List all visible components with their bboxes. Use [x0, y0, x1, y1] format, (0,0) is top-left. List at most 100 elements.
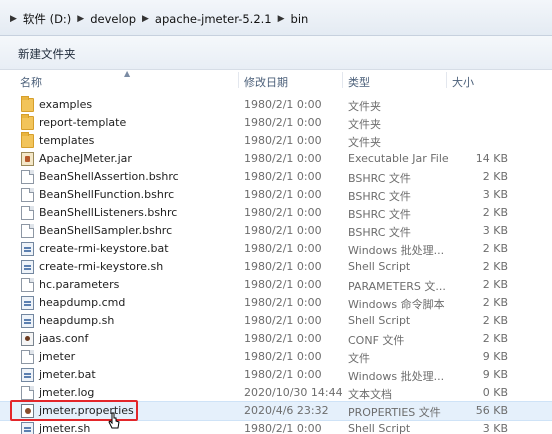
chevron-right-icon[interactable]: ▶: [4, 14, 23, 24]
file-name: jmeter: [39, 350, 76, 363]
file-name: report-template: [39, 116, 127, 129]
file-list: examples 1980/2/1 0:00 文件夹 report-template 1…: [0, 96, 552, 434]
file-date: 1980/2/1 0:00: [244, 350, 322, 363]
new-folder-button[interactable]: 新建文件夹: [18, 46, 76, 62]
script-icon: [21, 422, 34, 434]
column-size-header[interactable]: 大小: [452, 74, 474, 90]
file-icon: [21, 170, 34, 184]
file-date: 1980/2/1 0:00: [244, 188, 322, 201]
file-type: 文本文档: [348, 388, 392, 401]
file-row[interactable]: BeanShellListeners.bshrc 1980/2/1 0:00 BSH…: [0, 204, 552, 222]
file-row[interactable]: heapdump.sh 1980/2/1 0:00 Shell Script 2 KB: [0, 312, 552, 330]
folder-icon: [21, 114, 34, 130]
file-name: jaas.conf: [39, 332, 89, 345]
file-type: BSHRC 文件: [348, 226, 411, 239]
address-bar[interactable]: ▶ 软件 (D:) ▶ develop ▶ apache-jmeter-5.2.…: [0, 0, 552, 36]
column-type-header[interactable]: 类型: [348, 74, 370, 90]
file-date: 1980/2/1 0:00: [244, 242, 322, 255]
file-type: BSHRC 文件: [348, 208, 411, 221]
file-row[interactable]: jmeter.sh 1980/2/1 0:00 Shell Script 3 KB: [0, 420, 552, 434]
file-name: BeanShellListeners.bshrc: [39, 206, 178, 219]
file-row[interactable]: BeanShellAssertion.bshrc 1980/2/1 0:00 BSH…: [0, 168, 552, 186]
jar-icon: [21, 152, 34, 166]
chevron-right-icon[interactable]: ▶: [272, 14, 291, 24]
file-date: 1980/2/1 0:00: [244, 368, 322, 381]
file-row[interactable]: report-template 1980/2/1 0:00 文件夹: [0, 114, 552, 132]
script-icon: [21, 242, 34, 256]
file-date: 2020/10/30 14:44: [244, 386, 343, 399]
breadcrumb-bin[interactable]: bin: [291, 12, 309, 26]
file-row[interactable]: create-rmi-keystore.sh 1980/2/1 0:00 Shell…: [0, 258, 552, 276]
file-row[interactable]: jmeter.bat 1980/2/1 0:00 Windows 批处理... 9 K…: [0, 366, 552, 384]
chevron-right-icon[interactable]: ▶: [71, 14, 90, 24]
file-date: 1980/2/1 0:00: [244, 116, 322, 129]
file-row[interactable]: jaas.conf 1980/2/1 0:00 CONF 文件 2 KB: [0, 330, 552, 348]
file-type: Windows 批处理...: [348, 244, 445, 257]
file-row[interactable]: ApacheJMeter.jar 1980/2/1 0:00 Executable …: [0, 150, 552, 168]
file-size: 9 KB: [482, 368, 508, 381]
file-date: 1980/2/1 0:00: [244, 152, 322, 165]
file-size: 9 KB: [482, 350, 508, 363]
file-type: Windows 批处理...: [348, 370, 445, 383]
file-row[interactable]: jmeter 1980/2/1 0:00 文件 9 KB: [0, 348, 552, 366]
file-row[interactable]: BeanShellFunction.bshrc 1980/2/1 0:00 BSHR…: [0, 186, 552, 204]
file-name: templates: [39, 134, 95, 147]
file-type: BSHRC 文件: [348, 172, 411, 185]
file-type: PROPERTIES 文件: [348, 406, 441, 419]
file-name: hc.parameters: [39, 278, 120, 291]
file-type: BSHRC 文件: [348, 190, 411, 203]
file-icon: [21, 188, 34, 202]
file-size: 2 KB: [482, 314, 508, 327]
toolbar: 新建文件夹: [0, 36, 552, 70]
file-size: 2 KB: [482, 332, 508, 345]
file-size: 2 KB: [482, 242, 508, 255]
file-date: 1980/2/1 0:00: [244, 206, 322, 219]
breadcrumb-jmeter[interactable]: apache-jmeter-5.2.1: [155, 12, 272, 26]
file-row[interactable]: templates 1980/2/1 0:00 文件夹: [0, 132, 552, 150]
breadcrumb-drive[interactable]: 软件 (D:): [23, 11, 71, 27]
file-type: PARAMETERS 文...: [348, 280, 446, 293]
file-date: 1980/2/1 0:00: [244, 422, 322, 434]
file-date: 1980/2/1 0:00: [244, 170, 322, 183]
file-size: 2 KB: [482, 206, 508, 219]
file-date: 1980/2/1 0:00: [244, 224, 322, 237]
file-size: 2 KB: [482, 260, 508, 273]
file-row[interactable]: heapdump.cmd 1980/2/1 0:00 Windows 命令脚本 2 K…: [0, 294, 552, 312]
file-row[interactable]: examples 1980/2/1 0:00 文件夹: [0, 96, 552, 114]
column-header: ▲ 名称 修改日期 类型 大小: [0, 69, 552, 90]
file-name: create-rmi-keystore.sh: [39, 260, 164, 273]
file-row[interactable]: create-rmi-keystore.bat 1980/2/1 0:00 Wind…: [0, 240, 552, 258]
file-name: BeanShellSampler.bshrc: [39, 224, 173, 237]
file-type: 文件夹: [348, 100, 381, 113]
conf-icon: [21, 332, 34, 346]
script-icon: [21, 260, 34, 274]
file-size: 2 KB: [482, 170, 508, 183]
file-type: 文件夹: [348, 118, 381, 131]
file-date: 2020/4/6 23:32: [244, 404, 329, 417]
file-date: 1980/2/1 0:00: [244, 332, 322, 345]
file-type: 文件夹: [348, 136, 381, 149]
file-type: Shell Script: [348, 422, 411, 434]
column-divider[interactable]: [342, 72, 343, 88]
column-divider[interactable]: [238, 72, 239, 88]
file-size: 14 KB: [475, 152, 508, 165]
file-row[interactable]: jmeter.properties 2020/4/6 23:32 PROPERTIE…: [0, 400, 552, 421]
chevron-right-icon[interactable]: ▶: [136, 14, 155, 24]
column-date-header[interactable]: 修改日期: [244, 74, 288, 90]
column-name-header[interactable]: 名称: [20, 74, 42, 90]
file-type: Shell Script: [348, 314, 411, 327]
folder-icon: [21, 96, 34, 112]
file-type: Windows 命令脚本: [348, 298, 445, 311]
file-size: 0 KB: [482, 386, 508, 399]
file-name: examples: [39, 98, 93, 111]
breadcrumb-develop[interactable]: develop: [90, 12, 136, 26]
script-icon: [21, 296, 34, 310]
file-size: 56 KB: [475, 404, 508, 417]
file-icon: [21, 350, 34, 364]
file-row[interactable]: BeanShellSampler.bshrc 1980/2/1 0:00 BSHRC…: [0, 222, 552, 240]
file-name: ApacheJMeter.jar: [39, 152, 132, 165]
column-divider[interactable]: [446, 72, 447, 88]
file-row[interactable]: hc.parameters 1980/2/1 0:00 PARAMETERS 文..…: [0, 276, 552, 294]
file-name: jmeter.sh: [39, 422, 91, 434]
file-size: 2 KB: [482, 296, 508, 309]
